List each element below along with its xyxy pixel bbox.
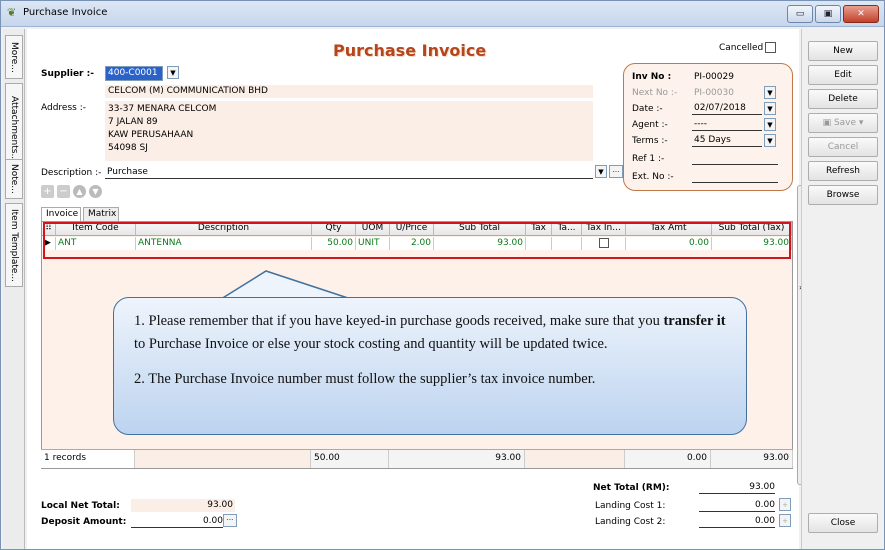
supplier-name: CELCOM (M) COMMUNICATION BHD [105,85,593,98]
tab-matrix[interactable]: Matrix [83,207,119,221]
footer-subtotal-tax: 93.00 [711,450,793,468]
invoice-info-panel: Inv No : PI-00029 Next No :- PI-00030 ▼ … [623,63,793,191]
landing-cost-1-label: Landing Cost 1: [595,501,666,511]
app-icon: ❦ [7,6,17,19]
close-button[interactable]: Close [808,513,878,533]
date-label: Date :- [632,104,663,114]
remove-row-icon[interactable]: − [57,185,70,198]
address-line-2: 7 JALAN 89 [108,117,158,127]
move-up-icon[interactable]: ▲ [73,185,86,198]
terms-dropdown-button[interactable]: ▼ [764,134,776,147]
agent-label: Agent :- [632,120,668,130]
maximize-button[interactable]: ▣ [815,5,841,23]
window-title: Purchase Invoice [23,7,108,18]
agent-input[interactable]: ---- [692,118,762,131]
save-button[interactable]: ▣ Save ▾ [808,113,878,133]
minimize-button[interactable]: ▭ [787,5,813,23]
footer-spacer-2 [525,450,625,468]
next-no-value: PI-00030 [694,88,734,98]
callout-pointer-shape [221,270,352,300]
tab-note[interactable]: Note... [5,159,23,199]
cancel-button[interactable]: Cancel [808,137,878,157]
terms-label: Terms :- [632,136,668,146]
callout-paragraph-2: 2. The Purchase Invoice number must foll… [134,371,596,387]
supplier-dropdown-button[interactable]: ▼ [167,66,179,79]
date-input[interactable]: 02/07/2018 [692,102,762,115]
cancelled-label: Cancelled [719,43,764,53]
deposit-more-button[interactable]: ··· [223,514,237,527]
deposit-amount-label: Deposit Amount: [41,517,127,527]
cancelled-checkbox[interactable] [765,42,776,53]
edit-button[interactable]: Edit [808,65,878,85]
net-total-value: 93.00 [699,481,775,494]
address-line-3: KAW PERUSAHAAN [108,130,194,140]
landing-cost-1-button[interactable]: + [779,498,791,511]
supplier-code-input[interactable]: 400-C0001 [105,66,163,81]
callout-text-1c: to Purchase Invoice or else your stock c… [134,336,608,352]
move-down-icon[interactable]: ▼ [89,185,102,198]
tab-invoice[interactable]: Invoice [41,207,81,221]
callout-text-1a: 1. Please remember that if you have keye… [134,313,664,329]
terms-input[interactable]: 45 Days [692,134,762,147]
agent-dropdown-button[interactable]: ▼ [764,118,776,131]
new-button[interactable]: New [808,41,878,61]
address-label: Address :- [41,103,86,113]
highlight-box [43,222,791,259]
callout-text-1b: transfer it [663,313,726,329]
address-line-4: 54098 SJ [108,143,148,153]
save-icon: ▣ [822,118,834,128]
callout-paragraph-1: 1. Please remember that if you have keye… [134,310,726,356]
page-title: Purchase Invoice [333,41,487,60]
landing-cost-2-button[interactable]: + [779,514,791,527]
supplier-label: Supplier :- [41,69,94,79]
ref1-input[interactable] [692,152,778,165]
side-tab-strip: More... Attachments... Note... Item Temp… [3,29,25,549]
next-no-label: Next No :- [632,88,678,98]
footer-tax-amt: 0.00 [625,450,711,468]
description-more-button[interactable]: ··· [609,165,623,178]
deposit-amount-input[interactable]: 0.00 [131,515,223,528]
purchase-invoice-window: ❦ Purchase Invoice ▭ ▣ ✕ More... Attachm… [0,0,885,550]
landing-cost-2-label: Landing Cost 2: [595,517,666,527]
footer-spacer [135,450,311,468]
description-dropdown-button[interactable]: ▼ [595,165,607,178]
inv-no-value: PI-00029 [694,72,734,82]
grid-footer: 1 records 50.00 93.00 0.00 93.00 [41,449,793,468]
title-bar: ❦ Purchase Invoice ▭ ▣ ✕ [1,1,884,27]
description-label: Description :- [41,168,102,178]
ext-no-input[interactable] [692,170,778,183]
inv-no-label: Inv No : [632,72,672,82]
delete-button[interactable]: Delete [808,89,878,109]
action-bar: New Edit Delete ▣ Save ▾ Cancel Refresh … [801,29,883,549]
local-net-total-value: 93.00 [131,499,235,512]
footer-subtotal: 93.00 [389,450,525,468]
footer-records: 1 records [41,450,135,468]
tab-item-template[interactable]: Item Template... [5,203,23,287]
refresh-button[interactable]: Refresh [808,161,878,181]
close-window-button[interactable]: ✕ [843,5,879,23]
landing-cost-2-input[interactable]: 0.00 [699,515,775,528]
date-picker-button[interactable]: ▼ [764,102,776,115]
ext-no-label: Ext. No :- [632,172,674,182]
browse-button[interactable]: Browse [808,185,878,205]
net-total-label: Net Total (RM): [593,483,670,493]
local-net-total-label: Local Net Total: [41,501,120,511]
invoice-form: Purchase Invoice Cancelled Supplier :- 4… [27,29,803,549]
tab-more[interactable]: More... [5,35,23,79]
next-no-dropdown-button[interactable]: ▼ [764,86,776,99]
add-row-icon[interactable]: + [41,185,54,198]
address-line-1: 33-37 MENARA CELCOM [108,104,217,114]
save-label: Save [833,118,857,128]
ref1-label: Ref 1 :- [632,154,665,164]
callout-note: 1. Please remember that if you have keye… [113,297,747,435]
footer-qty: 50.00 [311,450,389,468]
address-box[interactable]: 33-37 MENARA CELCOM 7 JALAN 89 KAW PERUS… [105,101,593,161]
row-tools: + − ▲ ▼ [41,185,121,199]
description-input[interactable]: Purchase [105,166,593,179]
landing-cost-1-input[interactable]: 0.00 [699,499,775,512]
